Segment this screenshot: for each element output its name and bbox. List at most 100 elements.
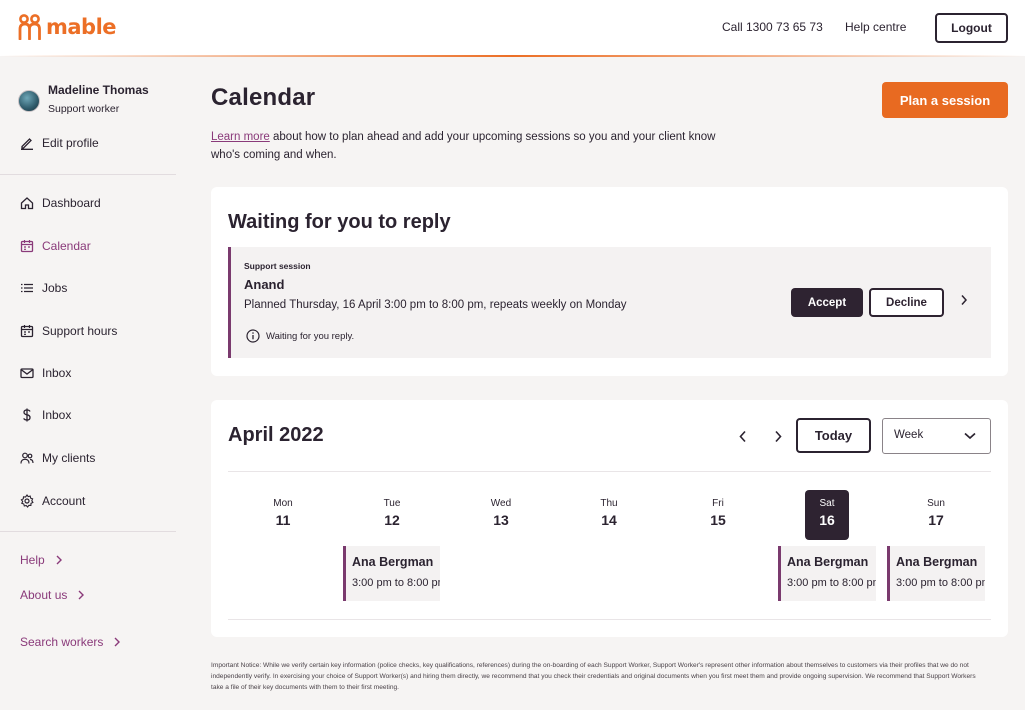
mable-logo[interactable]: mable bbox=[18, 14, 117, 40]
calendar-event[interactable]: Ana Bergman 3:00 pm to 8:00 pm bbox=[778, 546, 876, 601]
day-name: Fri bbox=[712, 498, 724, 509]
day-name: Mon bbox=[273, 498, 293, 509]
waiting-title: Waiting for you to reply bbox=[228, 211, 451, 233]
sidebar-item-account[interactable]: Account bbox=[20, 494, 85, 508]
request-status: Waiting for you reply. bbox=[246, 329, 354, 343]
session-request[interactable]: Support session Anand Planned Thursday, … bbox=[228, 247, 991, 358]
sidebar-item-label: Calendar bbox=[42, 239, 91, 253]
sidebar-item-payments[interactable]: Inbox bbox=[20, 408, 71, 422]
day-number: 13 bbox=[493, 512, 509, 528]
day-wed[interactable]: Wed 13 bbox=[479, 490, 523, 540]
request-type: Support session bbox=[244, 261, 311, 271]
help-centre-link[interactable]: Help centre bbox=[845, 20, 906, 34]
calendar-event[interactable]: Ana Bergman 3:00 pm to 8:00 pm bbox=[887, 546, 985, 601]
view-select-value: Week bbox=[894, 429, 924, 441]
event-name: Ana Bergman bbox=[787, 555, 869, 569]
sidebar-item-dashboard[interactable]: Dashboard bbox=[20, 196, 101, 210]
about-us-link-label: About us bbox=[20, 588, 68, 602]
view-select[interactable]: Week bbox=[882, 418, 991, 454]
mail-icon bbox=[20, 368, 34, 379]
page-title: Calendar bbox=[211, 84, 316, 111]
logo-people-icon bbox=[18, 14, 41, 40]
calendar-divider bbox=[228, 471, 991, 472]
phone-link[interactable]: Call 1300 73 65 73 bbox=[722, 20, 823, 34]
calendar-month: April 2022 bbox=[228, 424, 324, 446]
day-mon[interactable]: Mon 11 bbox=[261, 490, 305, 540]
today-button[interactable]: Today bbox=[796, 418, 871, 453]
important-notice: Important Notice: While we verify certai… bbox=[211, 662, 976, 691]
sidebar-divider bbox=[0, 174, 176, 175]
accept-button[interactable]: Accept bbox=[791, 288, 863, 317]
pencil-icon bbox=[21, 138, 33, 150]
sidebar-item-label: Inbox bbox=[42, 366, 72, 380]
request-client-name: Anand bbox=[244, 277, 285, 292]
chevron-right-icon bbox=[56, 555, 62, 565]
day-number: 16 bbox=[819, 512, 835, 528]
sidebar: Madeline Thomas Support worker Edit prof… bbox=[0, 57, 176, 710]
learn-more-link[interactable]: Learn more bbox=[211, 131, 270, 143]
sidebar-item-inbox[interactable]: Inbox bbox=[20, 366, 71, 380]
edit-profile-label: Edit profile bbox=[42, 136, 99, 150]
event-time: 3:00 pm to 8:00 pm bbox=[896, 577, 985, 589]
day-sun[interactable]: Sun 17 bbox=[914, 490, 958, 540]
sidebar-item-support-hours[interactable]: Support hours bbox=[20, 324, 117, 338]
sidebar-item-label: Dashboard bbox=[42, 196, 101, 210]
event-name: Ana Bergman bbox=[896, 555, 978, 569]
day-number: 12 bbox=[384, 512, 400, 528]
sidebar-item-jobs[interactable]: Jobs bbox=[20, 281, 67, 295]
gear-icon bbox=[20, 494, 34, 508]
sidebar-item-label: Inbox bbox=[42, 408, 72, 422]
edit-profile-link[interactable]: Edit profile bbox=[20, 136, 99, 150]
sidebar-item-calendar[interactable]: Calendar bbox=[20, 239, 91, 253]
day-number: 11 bbox=[275, 512, 291, 528]
calendar-divider bbox=[228, 619, 991, 620]
user-profile: Madeline Thomas Support worker bbox=[18, 83, 149, 115]
sidebar-item-my-clients[interactable]: My clients bbox=[20, 451, 95, 465]
day-number: 15 bbox=[710, 512, 726, 528]
plan-session-button[interactable]: Plan a session bbox=[882, 82, 1008, 118]
chevron-right-icon bbox=[78, 590, 85, 600]
day-thu[interactable]: Thu 14 bbox=[587, 490, 631, 540]
brand-name: mable bbox=[46, 15, 117, 39]
day-name: Sun bbox=[927, 498, 945, 509]
sidebar-item-label: My clients bbox=[42, 451, 96, 465]
day-name: Tue bbox=[383, 498, 401, 509]
people-icon bbox=[20, 452, 34, 464]
home-icon bbox=[20, 197, 34, 210]
event-name: Ana Bergman bbox=[352, 555, 434, 569]
prev-week-arrow-icon[interactable] bbox=[738, 430, 747, 443]
day-number: 17 bbox=[928, 512, 944, 528]
info-icon bbox=[246, 329, 260, 343]
chevron-down-icon bbox=[964, 432, 976, 440]
top-header: mable Call 1300 73 65 73 Help centre Log… bbox=[0, 0, 1025, 56]
day-name: Wed bbox=[490, 498, 512, 509]
day-sat-selected[interactable]: Sat 16 bbox=[805, 490, 849, 540]
sidebar-item-label: Support hours bbox=[42, 324, 118, 338]
search-workers-link[interactable]: Search workers bbox=[20, 635, 121, 649]
chevron-right-icon[interactable] bbox=[960, 294, 968, 306]
calendar-event[interactable]: Ana Bergman 3:00 pm to 8:00 pm bbox=[343, 546, 440, 601]
avatar bbox=[18, 90, 40, 112]
request-detail: Planned Thursday, 16 April 3:00 pm to 8:… bbox=[244, 299, 627, 311]
help-link[interactable]: Help bbox=[20, 553, 63, 567]
sidebar-item-label: Jobs bbox=[42, 281, 68, 295]
calendar-icon bbox=[20, 325, 34, 338]
next-week-arrow-icon[interactable] bbox=[774, 430, 783, 443]
profile-name: Madeline Thomas bbox=[48, 83, 149, 97]
intro-body: about how to plan ahead and add your upc… bbox=[211, 131, 716, 161]
sidebar-divider bbox=[0, 531, 176, 532]
day-name: Thu bbox=[600, 498, 618, 509]
day-number: 14 bbox=[601, 512, 617, 528]
day-tue[interactable]: Tue 12 bbox=[370, 490, 414, 540]
help-link-label: Help bbox=[20, 553, 45, 567]
dollar-icon bbox=[23, 408, 31, 422]
decline-button[interactable]: Decline bbox=[869, 288, 944, 317]
logout-button[interactable]: Logout bbox=[935, 13, 1008, 43]
about-us-link[interactable]: About us bbox=[20, 588, 85, 602]
day-fri[interactable]: Fri 15 bbox=[696, 490, 740, 540]
event-time: 3:00 pm to 8:00 pm bbox=[787, 577, 876, 589]
request-status-text: Waiting for you reply. bbox=[266, 330, 355, 342]
search-workers-link-label: Search workers bbox=[20, 635, 104, 649]
profile-role: Support worker bbox=[48, 103, 120, 115]
day-name: Sat bbox=[819, 498, 835, 509]
